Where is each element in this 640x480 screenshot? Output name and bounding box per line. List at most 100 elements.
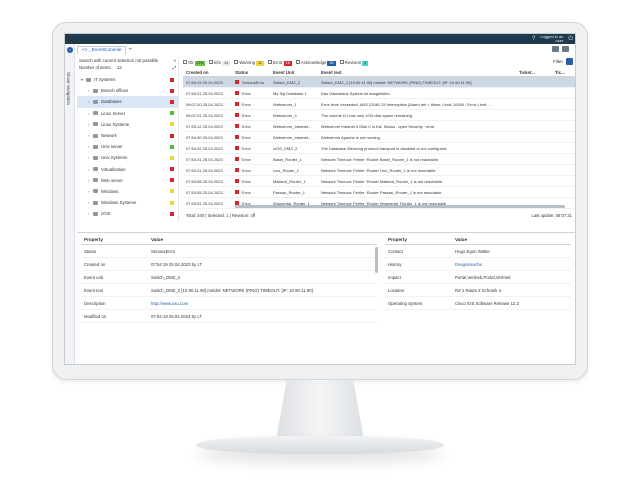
severity-icon [235,135,239,139]
table-row[interactable]: 07:53:12 25.04.2023 Error Webserver_Intran… [183,121,575,132]
search-icon[interactable]: ⌕ [174,58,176,63]
status-text: Error [242,145,251,151]
property-row[interactable]: Impact Portal,Vertrieb,Portal,Vertrieb [385,271,571,284]
tree-item[interactable]: › Branch offices [77,85,178,96]
property-link[interactable]: Ereignissuche [455,262,571,267]
user-info[interactable]: Logged in as user [540,35,563,43]
filter-checkbox-info[interactable]: Info 14 [208,59,231,66]
table-row[interactable]: 07:54:31 25.04.2023 Error My Sql Database … [183,88,575,99]
layout-icon[interactable] [562,46,569,52]
tree-item[interactable]: › Linux Systeme [77,119,178,130]
navigation-toggle-icon[interactable]: ‹ [67,47,73,53]
status-indicator [170,144,174,149]
status-cell: SeriousError [235,80,273,85]
horizontal-scrollbar[interactable] [235,205,565,208]
unit-cell: My Sql Database 1 [273,90,307,96]
table-row[interactable]: 07:54:31 25.04.2023 Error Linz_Router_1 Net… [183,165,575,176]
property-row[interactable]: Contact Hugo Egon Walter [385,245,571,258]
table-row[interactable]: 07:54:32 25.04.2023 Error z/OS_DMZ_2 The Da… [183,143,575,154]
column-header[interactable]: Status [235,70,273,75]
tree-search[interactable]: Search with current selection not possib… [77,57,178,64]
column-header[interactable]: Created on [183,70,235,75]
filter-count-badge: 11 [256,60,265,66]
column-header[interactable]: Event text [321,70,519,75]
checkbox-icon[interactable] [208,59,213,64]
property-row[interactable]: Modified on 07:54:19 25.04.2023 by LT [81,310,377,323]
table-row[interactable]: 07:53:55 25.04.2023 Error Passau_Router_1 N… [183,187,575,198]
logout-icon[interactable]: ⏻ [568,35,573,43]
checkbox-icon[interactable] [295,59,300,64]
expand-all-icon[interactable]: ⤢ [173,65,176,71]
item-count-row: Number of items: 13 ⤢ [77,64,178,72]
help-icon[interactable]: ? [532,35,535,43]
unit-cell: Webserver_1 [273,101,297,107]
table-row[interactable]: 07:54:30 25.04.2023 Error Webserver_Intran… [183,132,575,143]
property-row[interactable]: Status SeriousError [81,245,377,258]
properties-left-header: Property Value [81,235,377,245]
property-column-header[interactable]: Property [385,237,455,242]
filter-checkbox-revision[interactable]: Revision 0 [339,59,369,66]
table-row[interactable]: 07:54:31 25.04.2023 Error Basel_Router_1 Ne… [183,154,575,165]
filter-checkbox-error[interactable]: Error 16 [268,59,292,66]
tree-item[interactable]: › Windows Systeme [77,197,178,208]
tree-item[interactable]: › Unix Systeme [77,152,178,163]
tree-item[interactable]: › Linux Server [77,108,178,119]
property-link[interactable]: http://www.usu.com [151,301,377,306]
property-row[interactable]: Operating System Cisco IOS Software Relea… [385,297,571,310]
checkbox-icon[interactable] [183,59,187,64]
text-cell: Switch_DMZ_2 [10.90.11.90] meldet: NETWO… [321,79,472,85]
filter-icon[interactable] [566,58,573,65]
table-row[interactable]: 07:53:58 25.04.2023 Error Mailand_Router_1… [183,176,575,187]
tree-item[interactable]: › Network [77,130,178,141]
created-cell: 07:53:12 25.04.2023 [186,123,223,129]
folder-icon [93,111,98,116]
filter-checkbox-ok[interactable]: Ok 376 [183,59,205,66]
table-row[interactable]: 08:07:20 25.04.2023 Error Webserver_1 Error… [183,99,575,110]
tree-item[interactable]: › Windows [77,186,178,197]
table-row[interactable]: 07:54:19 25.04.2023 SeriousError Switch_DM… [183,77,575,88]
filter-checkbox-acknowledge[interactable]: Acknowledge 16 [295,59,336,66]
property-row[interactable]: History Ereignissuche [385,258,571,271]
created-cell: 07:54:19 25.04.2023 [186,79,223,85]
property-key: Created on [84,261,106,267]
filter-label[interactable]: Filter [553,59,563,64]
properties-right-rows: Contact Hugo Egon Walter History Ereignissu… [385,245,571,310]
property-row[interactable]: Event unit Switch_DMZ_2 [81,271,377,284]
property-row[interactable]: Location RZ 1 Raum 2 Schrank 4 [385,284,571,297]
property-value: SeriousError [151,248,176,254]
created-cell: 07:54:32 25.04.2023 [186,145,223,151]
value-column-header[interactable]: Value [455,237,571,242]
property-column-header[interactable]: Property [81,237,151,242]
column-header[interactable]: Event Unit [273,70,321,75]
edit-icon[interactable] [552,46,559,52]
status-text: Error [242,178,251,184]
value-column-header[interactable]: Value [151,237,377,242]
tree-item[interactable]: › Databases [77,96,178,108]
property-key: History [388,261,402,267]
tab-event-console[interactable]: <> _EventConsole [77,46,127,54]
tree-item[interactable]: › Virtualization [77,164,178,175]
created-cell: 07:54:30 25.04.2023 [186,134,223,140]
checkbox-icon[interactable] [268,59,273,64]
column-header[interactable]: Tic... [555,70,573,75]
status-cell: Error [235,157,273,162]
tree-item-label: Unix server [101,144,123,150]
tree-item[interactable]: › z/OS [77,208,178,219]
tree-item[interactable]: ▾ IT Systems [77,74,178,85]
column-header[interactable]: Ticket... [519,70,555,75]
add-tab-icon[interactable]: + [128,46,132,54]
table-row[interactable]: 08:07:01 25.04.2023 Error Webserver_4 The v… [183,110,575,121]
right-toolbar [552,46,569,52]
folder-icon [93,99,98,104]
checkbox-icon[interactable] [339,59,344,64]
checkbox-icon[interactable] [234,59,239,64]
property-row[interactable]: Created on 07:54:19 25.04.2023 by LT [81,258,377,271]
tree-item[interactable]: › Unix server [77,141,178,152]
tree-item[interactable]: › Web server [77,175,178,186]
show-navigation-label[interactable]: Show navigation [66,72,71,105]
property-row[interactable]: Event text Switch_DMZ_2 [10.90.11.90] mel… [81,284,377,297]
vertical-scrollbar[interactable] [375,247,378,273]
property-row[interactable]: Description http://www.usu.com [81,297,377,310]
filter-checkbox-warning[interactable]: Warning 11 [234,59,265,66]
filter-count-badge: 0 [362,60,369,66]
